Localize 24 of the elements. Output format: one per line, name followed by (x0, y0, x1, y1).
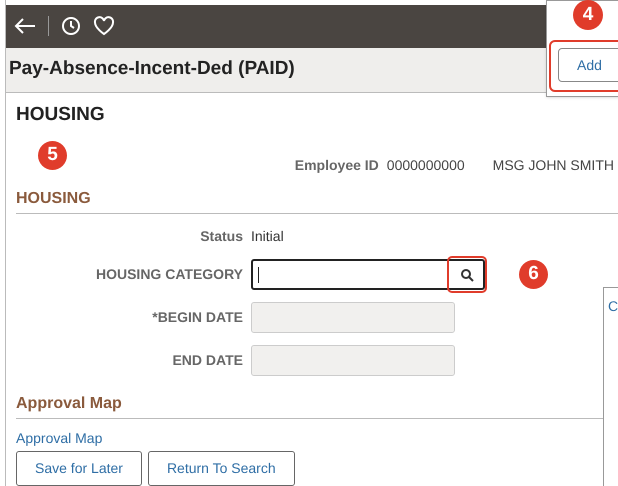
side-window-text: C (608, 297, 618, 316)
search-icon[interactable] (447, 256, 487, 293)
back-icon[interactable] (14, 17, 36, 36)
callout-badge: 6 (519, 260, 548, 289)
employee-id: 0000000000 (386, 156, 465, 174)
employee-id-label: Employee ID (294, 156, 379, 175)
section-heading: Approval Map (16, 394, 122, 414)
field-label: HOUSING CATEGORY (94, 265, 243, 284)
heart-icon[interactable] (93, 16, 115, 36)
callout-badge: 5 (38, 141, 67, 170)
field-label: *BEGIN DATE (151, 308, 243, 327)
field-label: Status (199, 227, 243, 246)
approval-map-link[interactable]: Approval Map (16, 428, 102, 449)
page-title: Pay-Absence-Incent-Ded (PAID) (9, 57, 295, 82)
clock-icon[interactable] (61, 16, 81, 36)
action-button[interactable]: Save for Later (16, 451, 142, 486)
field-label: END DATE (171, 351, 243, 370)
status-value: Initial (251, 227, 284, 246)
employee-name: MSG JOHN SMITH (492, 156, 614, 174)
page-heading: HOUSING (16, 102, 105, 126)
input-field[interactable] (251, 259, 485, 290)
action-button[interactable]: Return To Search (148, 451, 295, 486)
section-heading: HOUSING (16, 189, 91, 209)
add-button[interactable]: Add (558, 48, 618, 82)
